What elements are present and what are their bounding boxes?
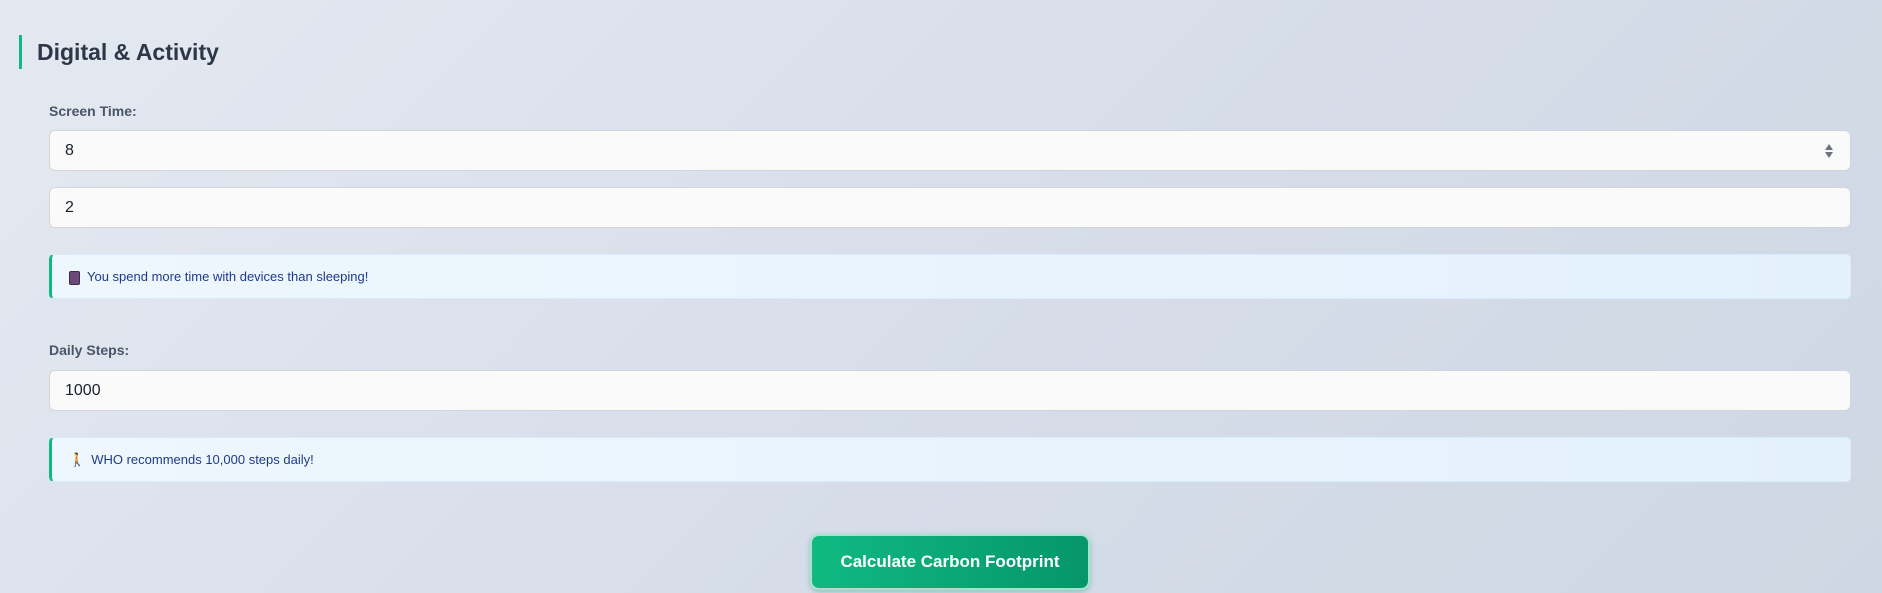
person-walking-icon: 🚶	[69, 451, 86, 467]
daily-steps-input[interactable]	[49, 370, 1851, 411]
screen-time-label: Screen Time:	[49, 103, 137, 119]
section-title: Digital & Activity	[37, 38, 219, 65]
daily-steps-label: Daily Steps:	[49, 342, 130, 358]
chevron-up-icon	[1825, 143, 1833, 150]
screen-time-select[interactable]: 8	[49, 130, 1851, 171]
screen-time-select-value: 8	[65, 141, 74, 159]
calculate-carbon-footprint-button[interactable]: Calculate Carbon Footprint	[810, 534, 1090, 590]
chevron-down-icon	[1825, 151, 1833, 158]
screen-time-tip: You spend more time with devices than sl…	[49, 254, 1851, 299]
mobile-phone-icon	[69, 270, 80, 285]
daily-steps-tip: 🚶 WHO recommends 10,000 steps daily!	[49, 437, 1851, 482]
select-stepper-icon	[1825, 143, 1833, 158]
section-header: Digital & Activity	[19, 35, 219, 69]
screen-time-tip-text: You spend more time with devices than sl…	[87, 269, 369, 284]
screen-time-secondary-input[interactable]	[49, 187, 1851, 228]
daily-steps-tip-text: WHO recommends 10,000 steps daily!	[91, 452, 314, 467]
